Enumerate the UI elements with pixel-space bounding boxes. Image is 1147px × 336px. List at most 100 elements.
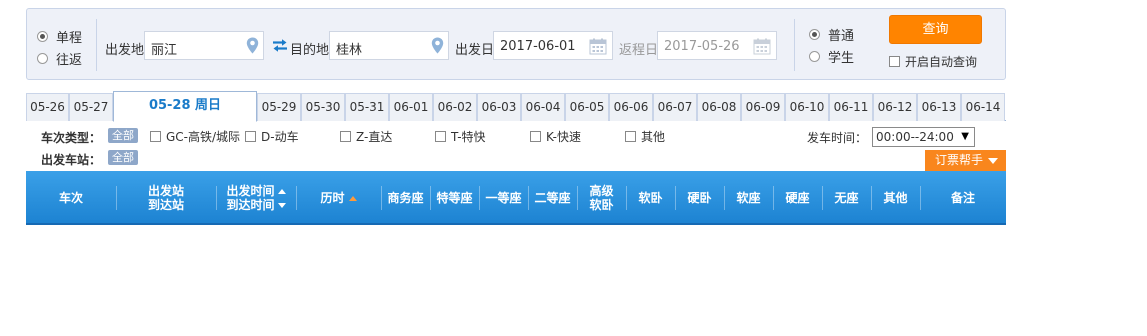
date-tab[interactable]: 05-30 <box>301 93 345 121</box>
train-type-label: 车次类型： <box>41 131 102 145</box>
radio-normal[interactable] <box>809 28 820 40</box>
date-tab[interactable]: 06-07 <box>653 93 697 121</box>
booking-helper-button[interactable]: 订票帮手 <box>925 150 1006 171</box>
filter-gc[interactable]: GC-高铁/城际 <box>150 128 240 145</box>
date-tab[interactable]: 06-01 <box>389 93 433 121</box>
sort-down-icon[interactable] <box>277 202 286 208</box>
passenger-type-student[interactable]: 学生 <box>809 45 854 67</box>
filter-other[interactable]: 其他 <box>625 128 665 145</box>
date-tab[interactable]: 06-08 <box>697 93 741 121</box>
filter-panel: 车次类型： 全部 GC-高铁/城际 D-动车 Z-直达 T-特快 K-快速 其他… <box>26 121 1006 171</box>
date-tab[interactable]: 06-02 <box>433 93 477 121</box>
filter-z-label: Z-直达 <box>356 130 393 144</box>
col-duration-label: 历时 <box>320 191 345 205</box>
filter-t[interactable]: T-特快 <box>435 128 486 145</box>
filter-gc-checkbox[interactable] <box>150 131 161 142</box>
col-hard-sleeper-label: 硬卧 <box>687 191 712 205</box>
auto-query-label: 开启自动查询 <box>905 55 978 69</box>
date-tab-bar: 05-26 05-27 05-28 周日 05-29 05-30 05-31 06-01 06… <box>26 91 1006 122</box>
divider <box>96 19 97 71</box>
to-field[interactable]: 桂林 <box>329 31 449 60</box>
filter-t-label: T-特快 <box>451 130 486 144</box>
date-tab[interactable]: 06-03 <box>477 93 521 121</box>
train-type-all-button[interactable]: 全部 <box>108 128 138 143</box>
station-all-button[interactable]: 全部 <box>108 150 138 165</box>
calendar-icon[interactable] <box>753 38 771 55</box>
col-second: 二等座 <box>528 171 577 225</box>
date-tab[interactable]: 05-26 <box>26 93 69 121</box>
col-high-soft-label-2: 软卧 <box>589 198 614 212</box>
filter-gc-label: GC-高铁/城际 <box>166 130 241 144</box>
col-soft-sleeper: 软卧 <box>626 171 675 225</box>
passenger-type-normal-label: 普通 <box>828 28 855 44</box>
auto-query-toggle[interactable]: 开启自动查询 <box>889 53 977 70</box>
depart-date-value: 2017-06-01 <box>500 39 576 54</box>
col-stations[interactable]: 出发站 到达站 <box>116 171 216 225</box>
date-tab[interactable]: 05-27 <box>69 93 113 121</box>
date-tab[interactable]: 06-04 <box>521 93 565 121</box>
filter-z[interactable]: Z-直达 <box>340 128 392 145</box>
date-tab[interactable]: 06-06 <box>609 93 653 121</box>
col-duration[interactable]: 历时 <box>296 171 381 225</box>
filter-k-label: K-快速 <box>546 130 581 144</box>
trip-type-group: 单程 往返 <box>37 25 82 69</box>
date-tab[interactable]: 06-14 <box>961 93 1005 121</box>
trip-type-roundtrip[interactable]: 往返 <box>37 47 82 69</box>
filter-t-checkbox[interactable] <box>435 131 446 142</box>
depart-date-field[interactable]: 2017-06-01 <box>493 31 613 60</box>
radio-student[interactable] <box>809 50 820 62</box>
col-time-to-label: 到达时间 <box>226 198 275 212</box>
date-tab[interactable]: 06-09 <box>741 93 785 121</box>
sort-up-icon[interactable] <box>348 195 357 201</box>
col-hard-sleeper: 硬卧 <box>675 171 724 225</box>
from-field[interactable]: 丽江 <box>144 31 264 60</box>
col-business: 商务座 <box>381 171 430 225</box>
passenger-type-normal[interactable]: 普通 <box>809 23 854 45</box>
col-time-from-label: 出发时间 <box>226 184 275 198</box>
col-first-label: 一等座 <box>485 191 522 205</box>
date-tab[interactable]: 06-13 <box>917 93 961 121</box>
col-soft-seat: 软座 <box>724 171 773 225</box>
trip-type-roundtrip-label: 往返 <box>56 52 83 68</box>
divider <box>794 19 795 71</box>
to-value: 桂林 <box>336 43 363 58</box>
booking-helper-label: 订票帮手 <box>935 153 984 167</box>
date-tab[interactable]: 06-12 <box>873 93 917 121</box>
depart-time-value: 00:00--24:00 <box>876 130 954 144</box>
return-date-label: 返程日 <box>619 43 659 58</box>
radio-roundtrip[interactable] <box>37 52 48 64</box>
dropdown-arrow-icon: ▼ <box>961 131 969 142</box>
radio-oneway[interactable] <box>37 30 48 42</box>
date-tab[interactable]: 06-11 <box>829 93 873 121</box>
return-date-field[interactable]: 2017-05-26 <box>657 31 777 60</box>
filter-k-checkbox[interactable] <box>530 131 541 142</box>
caret-down-icon <box>988 158 998 164</box>
col-times[interactable]: 出发时间 到达时间 <box>216 171 296 225</box>
filter-z-checkbox[interactable] <box>340 131 351 142</box>
date-tab[interactable]: 06-10 <box>785 93 829 121</box>
col-train-no[interactable]: 车次 <box>26 171 116 225</box>
filter-d[interactable]: D-动车 <box>245 128 299 145</box>
query-button[interactable]: 查询 <box>889 15 982 44</box>
filter-d-checkbox[interactable] <box>245 131 256 142</box>
filter-k[interactable]: K-快速 <box>530 128 581 145</box>
calendar-icon[interactable] <box>589 38 607 55</box>
date-tab[interactable]: 05-31 <box>345 93 389 121</box>
auto-query-checkbox[interactable] <box>889 56 900 67</box>
date-tab[interactable]: 06-05 <box>565 93 609 121</box>
col-soft-seat-label: 软座 <box>736 191 761 205</box>
date-tab[interactable]: 05-28 周日 <box>113 91 257 122</box>
col-no-seat: 无座 <box>822 171 871 225</box>
swap-arrows-icon[interactable] <box>272 39 288 52</box>
date-tab[interactable]: 05-29 <box>257 93 301 121</box>
to-label: 目的地 <box>290 43 330 58</box>
station-label: 出发车站： <box>41 153 102 167</box>
depart-time-select[interactable]: 00:00--24:00 ▼ <box>872 127 975 147</box>
sort-up-icon[interactable] <box>277 188 286 194</box>
from-value: 丽江 <box>151 43 178 58</box>
result-table-header: 车次 出发站 到达站 出发时间 到达时间 历时 商务座 特等座 一等座 二等座 … <box>26 171 1006 225</box>
col-high-soft: 高级 软卧 <box>577 171 626 225</box>
filter-other-checkbox[interactable] <box>625 131 636 142</box>
trip-type-oneway[interactable]: 单程 <box>37 25 82 47</box>
col-second-label: 二等座 <box>534 191 571 205</box>
